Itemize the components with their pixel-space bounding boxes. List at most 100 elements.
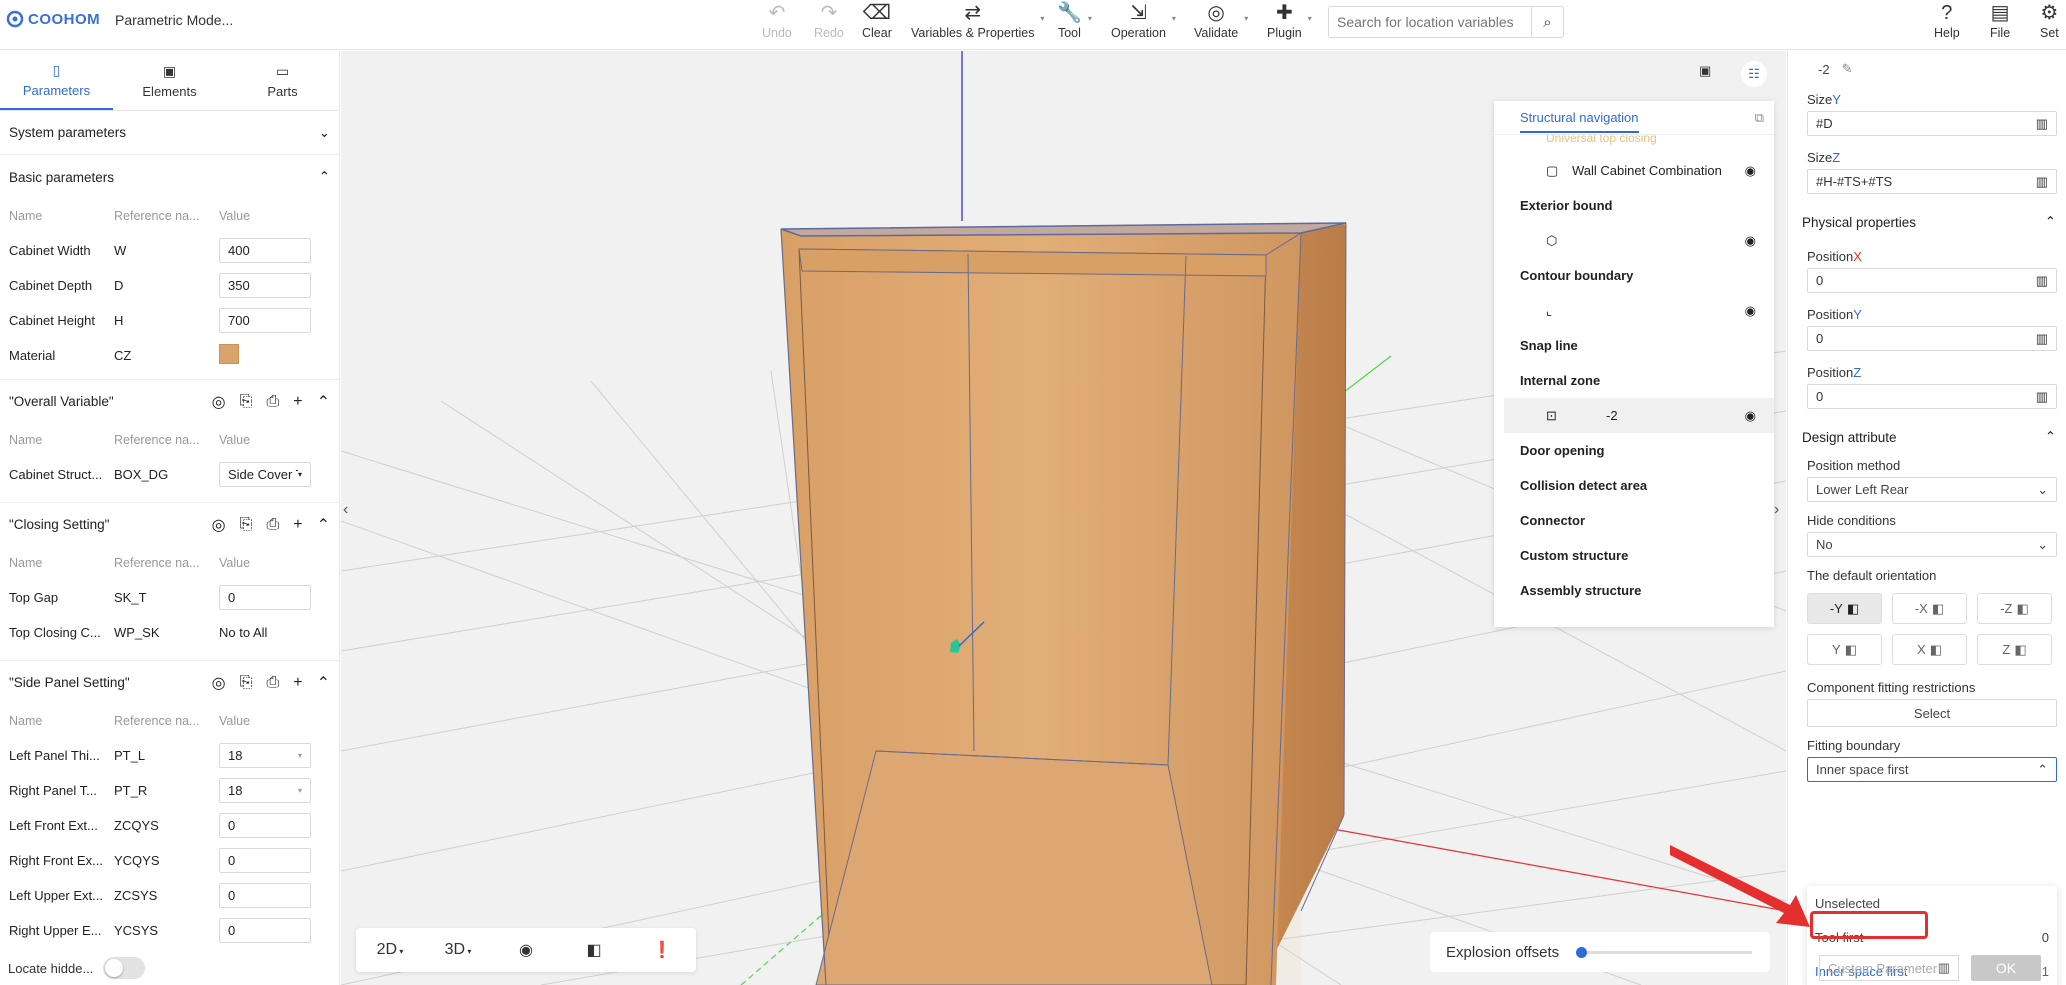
- cabinet-width-input[interactable]: 400: [219, 238, 311, 263]
- view-3d-button[interactable]: 3D ▾: [424, 941, 492, 959]
- settings-button[interactable]: ⚙ Set: [2040, 2, 2059, 48]
- structure-tree-icon[interactable]: ☷: [1741, 61, 1767, 87]
- hide-conditions-select[interactable]: No ⌄: [1807, 532, 2057, 557]
- nav-item-wall-cabinet[interactable]: ▢ Wall Cabinet Combination ◉: [1494, 153, 1774, 188]
- export-icon[interactable]: ⎙: [266, 674, 279, 692]
- nav-group-connector[interactable]: Connector: [1494, 503, 1774, 538]
- calculator-icon[interactable]: ▥: [2036, 331, 2048, 347]
- warning-icon[interactable]: ❗: [628, 940, 696, 960]
- nav-item-exterior[interactable]: ⬡ ◉: [1494, 223, 1774, 258]
- eye-icon[interactable]: ◉: [1745, 303, 1756, 319]
- tab-elements[interactable]: ▣ Elements: [113, 51, 226, 110]
- import-icon[interactable]: ⎘: [240, 393, 253, 411]
- slider-knob[interactable]: [1576, 947, 1587, 958]
- orientation-z-button[interactable]: Z ◧: [1977, 634, 2052, 665]
- nav-group-exterior-bound[interactable]: Exterior bound: [1494, 188, 1774, 223]
- tab-parameters[interactable]: ▯ Parameters: [0, 51, 113, 110]
- variables-properties-button[interactable]: ⇄ Variables & Properties ▾: [911, 2, 1044, 48]
- operation-button[interactable]: ⇲ Operation ▾: [1111, 2, 1176, 48]
- calculator-icon[interactable]: ▥: [2036, 174, 2048, 190]
- search-input[interactable]: [1329, 7, 1531, 37]
- calculator-icon[interactable]: ▥: [1938, 960, 1950, 976]
- param-value[interactable]: No to All: [219, 625, 314, 640]
- snapshot-icon[interactable]: ▣: [1699, 63, 1711, 79]
- orientation-neg-z-button[interactable]: -Z ◧: [1977, 593, 2052, 624]
- position-x-input[interactable]: 0 ▥: [1807, 268, 2057, 293]
- cabinet-structure-select[interactable]: Side Cover T ▾: [219, 462, 311, 487]
- add-icon[interactable]: +: [293, 674, 302, 692]
- visibility-icon[interactable]: ◎: [212, 673, 226, 693]
- nav-item-internal-zone-selected[interactable]: ⊡ -2 ◉: [1504, 398, 1774, 433]
- nav-group-internal-zone[interactable]: Internal zone: [1494, 363, 1774, 398]
- redo-button[interactable]: ↷ Redo: [814, 2, 844, 48]
- search-button[interactable]: ⌕: [1531, 7, 1563, 37]
- eye-icon[interactable]: ◉: [1745, 233, 1756, 249]
- document-title[interactable]: Parametric Mode...: [115, 12, 233, 28]
- import-icon[interactable]: ⎘: [240, 516, 253, 534]
- position-y-input[interactable]: 0 ▥: [1807, 326, 2057, 351]
- visibility-icon[interactable]: ◎: [212, 515, 226, 535]
- add-icon[interactable]: +: [293, 393, 302, 411]
- structural-navigation-tab[interactable]: Structural navigation ⧉: [1494, 101, 1774, 135]
- help-button[interactable]: ? Help: [1934, 2, 1960, 48]
- eye-icon[interactable]: ◉: [492, 940, 560, 960]
- clear-button[interactable]: ⌫ Clear: [862, 2, 892, 48]
- eye-icon[interactable]: ◉: [1745, 163, 1756, 179]
- undo-button[interactable]: ↶ Undo: [762, 2, 792, 48]
- nav-group-snap-line[interactable]: Snap line: [1494, 328, 1774, 363]
- custom-parameters-input[interactable]: Custom Parameters ▥: [1819, 955, 1959, 981]
- collapse-left-icon[interactable]: ‹: [343, 501, 348, 519]
- orientation-y-button[interactable]: Y ◧: [1807, 634, 1882, 665]
- validate-button[interactable]: ◎ Validate ▾: [1194, 2, 1248, 48]
- nav-item-contour[interactable]: ⌞ ◉: [1494, 293, 1774, 328]
- locate-hidden-toggle[interactable]: [103, 957, 146, 979]
- cabinet-model[interactable]: [780, 222, 1347, 985]
- select-restrictions-button[interactable]: Select: [1807, 699, 2057, 727]
- size-z-input[interactable]: #H-#TS+#TS ▥: [1807, 169, 2057, 194]
- explosion-slider[interactable]: [1576, 947, 1752, 958]
- view-2d-button[interactable]: 2D ▾: [356, 941, 424, 959]
- system-parameters-header[interactable]: System parameters ⌄: [0, 111, 339, 155]
- edit-icon[interactable]: ✎: [1842, 61, 1853, 77]
- nav-group-contour-boundary[interactable]: Contour boundary: [1494, 258, 1774, 293]
- import-icon[interactable]: ⎘: [240, 674, 253, 692]
- nav-group-assembly-structure[interactable]: Assembly structure: [1494, 573, 1774, 608]
- plugin-button[interactable]: ✚ Plugin ▾: [1267, 2, 1312, 48]
- material-swatch[interactable]: [219, 344, 239, 364]
- side-panel-setting-header[interactable]: "Side Panel Setting" ◎ ⎘ ⎙ + ⌃: [0, 660, 339, 704]
- position-z-input[interactable]: 0 ▥: [1807, 384, 2057, 409]
- chevron-up-icon[interactable]: ⌃: [317, 392, 330, 412]
- eye-icon[interactable]: ◉: [1745, 408, 1756, 424]
- left-front-ext-input[interactable]: 0: [219, 813, 311, 838]
- fitting-boundary-select[interactable]: Inner space first ⌃: [1807, 757, 2057, 782]
- popout-icon[interactable]: ⧉: [1755, 110, 1764, 126]
- basic-parameters-header[interactable]: Basic parameters ⌃: [0, 155, 339, 199]
- chevron-up-icon[interactable]: ⌃: [317, 515, 330, 535]
- position-method-select[interactable]: Lower Left Rear ⌄: [1807, 477, 2057, 502]
- right-front-ext-input[interactable]: 0: [219, 848, 311, 873]
- overall-variable-header[interactable]: "Overall Variable" ◎ ⎘ ⎙ + ⌃: [0, 379, 339, 423]
- orientation-neg-y-button[interactable]: -Y ◧: [1807, 593, 1882, 624]
- export-icon[interactable]: ⎙: [266, 516, 279, 534]
- cube-icon[interactable]: ◧: [560, 940, 628, 960]
- orientation-x-button[interactable]: X ◧: [1892, 634, 1967, 665]
- orientation-neg-x-button[interactable]: -X ◧: [1892, 593, 1967, 624]
- size-y-input[interactable]: #D ▥: [1807, 111, 2057, 136]
- nav-group-door-opening[interactable]: Door opening: [1494, 433, 1774, 468]
- cabinet-height-input[interactable]: 700: [219, 308, 311, 333]
- tool-button[interactable]: 🔧 Tool ▾: [1057, 2, 1092, 48]
- visibility-icon[interactable]: ◎: [212, 392, 226, 412]
- left-upper-ext-input[interactable]: 0: [219, 883, 311, 908]
- tab-parts[interactable]: ▭ Parts: [226, 51, 339, 110]
- ok-button[interactable]: OK: [1971, 955, 2041, 981]
- file-button[interactable]: ▤ File: [1990, 2, 2010, 48]
- add-icon[interactable]: +: [293, 516, 302, 534]
- calculator-icon[interactable]: ▥: [2036, 116, 2048, 132]
- top-gap-input[interactable]: 0: [219, 585, 311, 610]
- right-upper-ext-input[interactable]: 0: [219, 918, 311, 943]
- coohom-logo[interactable]: COOHOM: [6, 10, 100, 28]
- cabinet-depth-input[interactable]: 350: [219, 273, 311, 298]
- nav-group-custom-structure[interactable]: Custom structure: [1494, 538, 1774, 573]
- calculator-icon[interactable]: ▥: [2036, 389, 2048, 405]
- closing-setting-header[interactable]: "Closing Setting" ◎ ⎘ ⎙ + ⌃: [0, 502, 339, 546]
